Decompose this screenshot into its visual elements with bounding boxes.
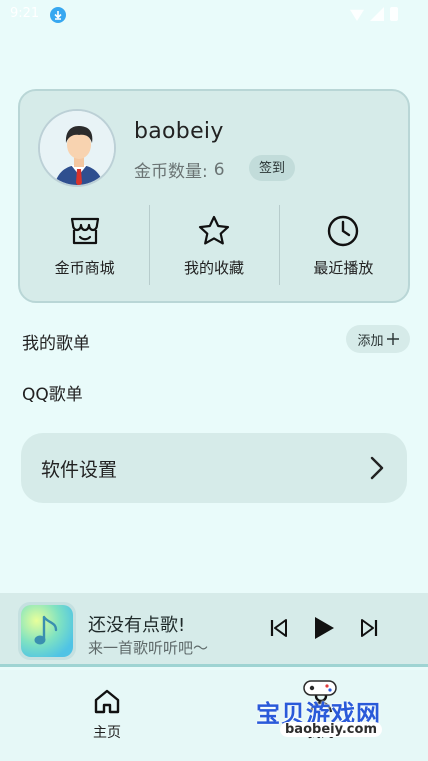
coin-store-button[interactable]: 金币商城 <box>20 205 149 285</box>
status-time: 9:21 <box>10 6 40 21</box>
add-playlist-button[interactable]: 添加 <box>346 325 410 353</box>
status-bar: 9:21 <box>0 0 428 30</box>
watermark-url: baobeiy.com <box>280 722 382 737</box>
quick-action-label: 最近播放 <box>313 259 374 277</box>
plus-icon <box>386 333 399 345</box>
quick-action-label: 我的收藏 <box>183 259 244 277</box>
store-icon <box>70 217 99 245</box>
quick-actions: 金币商城 我的收藏 最近播放 <box>20 205 408 285</box>
my-playlists-title: 我的歌单 <box>22 334 90 354</box>
coin-count-label: 金币数量: <box>134 162 208 182</box>
settings-label: 软件设置 <box>41 458 118 481</box>
download-icon <box>50 7 66 23</box>
mini-player[interactable]: 还没有点歌! 来一首歌听听吧〜 <box>0 593 428 667</box>
status-icons <box>350 7 398 21</box>
clock-icon <box>328 215 359 247</box>
signal-icon <box>370 7 384 21</box>
recent-plays-button[interactable]: 最近播放 <box>278 205 408 285</box>
quick-action-label: 金币商城 <box>54 259 115 277</box>
wifi-icon <box>350 9 364 21</box>
play-button[interactable] <box>310 615 336 641</box>
chevron-right-icon <box>370 456 384 480</box>
battery-icon <box>390 7 398 21</box>
checkin-button[interactable]: 签到 <box>249 155 296 181</box>
previous-button[interactable] <box>268 617 290 639</box>
nav-home-label: 主页 <box>93 725 121 741</box>
settings-button[interactable]: 软件设置 <box>21 433 407 503</box>
playlist-item[interactable]: QQ歌单 <box>22 380 83 405</box>
music-note-icon <box>34 615 58 645</box>
add-playlist-label: 添加 <box>357 333 384 349</box>
coin-count-value: 6 <box>213 159 225 180</box>
profile-card: baobeiy 金币数量: 6 签到 金币商城 我的收藏 最近播放 <box>18 89 410 303</box>
username: baobeiy <box>134 119 224 144</box>
play-icon <box>315 617 334 639</box>
album-cover[interactable] <box>18 602 76 660</box>
skip-previous-icon <box>270 619 287 637</box>
coin-count: 金币数量: 6 <box>134 157 225 183</box>
song-subtitle: 来一首歌听听吧〜 <box>88 639 209 657</box>
avatar[interactable] <box>38 109 116 187</box>
star-icon <box>198 215 230 245</box>
favorites-button[interactable]: 我的收藏 <box>149 205 278 285</box>
home-icon <box>94 689 120 714</box>
next-button[interactable] <box>358 617 380 639</box>
watermark: 宝贝游戏网 baobeiy.com <box>250 680 390 750</box>
song-title: 还没有点歌! <box>88 615 186 636</box>
nav-home[interactable]: 主页 <box>77 688 137 742</box>
skip-next-icon <box>361 619 378 637</box>
